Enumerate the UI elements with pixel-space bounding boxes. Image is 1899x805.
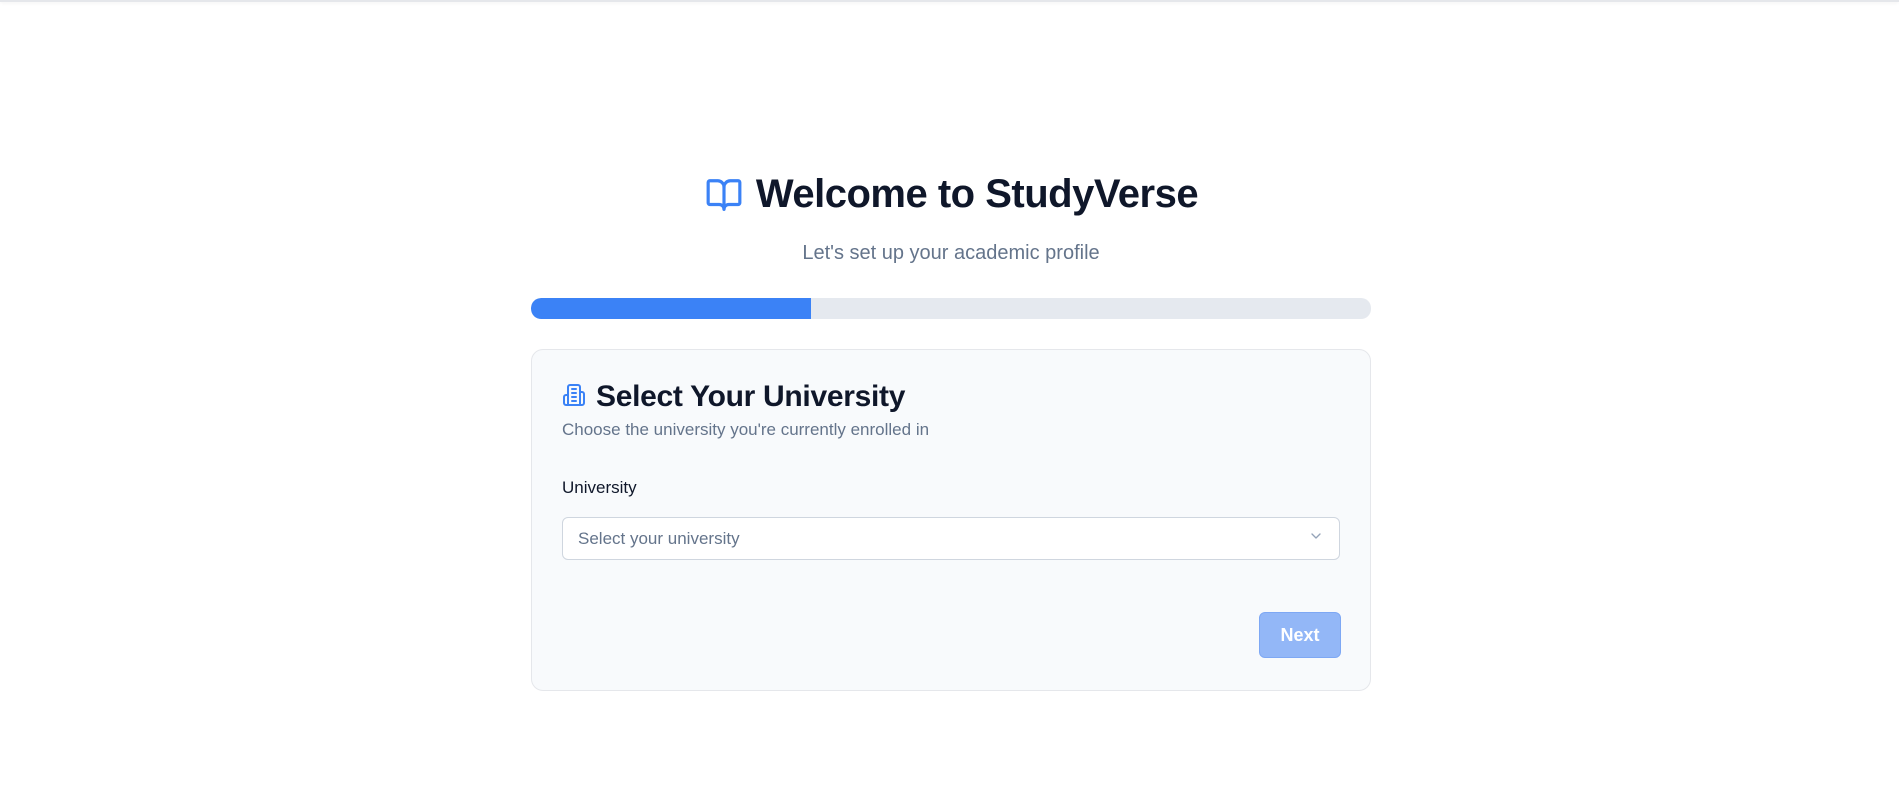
- university-select[interactable]: Select your university: [562, 517, 1340, 560]
- book-open-icon: [704, 175, 744, 215]
- page-title: Welcome to StudyVerse: [755, 172, 1199, 216]
- progress-fill: [531, 298, 811, 319]
- building-icon: [562, 383, 586, 412]
- chevron-down-icon: [1308, 528, 1324, 549]
- progress-bar: [531, 298, 1371, 319]
- university-card: Select Your University Choose the univer…: [531, 349, 1371, 691]
- card-title: Select Your University: [596, 380, 906, 413]
- page-subtitle: Let's set up your academic profile: [802, 242, 1100, 264]
- top-border: [0, 0, 1899, 2]
- next-button[interactable]: Next: [1259, 612, 1341, 658]
- university-field-label: University: [562, 478, 637, 497]
- university-select-placeholder: Select your university: [578, 528, 740, 548]
- card-header: Select Your University: [562, 380, 905, 414]
- page-header: Welcome to StudyVerse: [531, 172, 1371, 217]
- card-description: Choose the university you're currently e…: [562, 420, 930, 439]
